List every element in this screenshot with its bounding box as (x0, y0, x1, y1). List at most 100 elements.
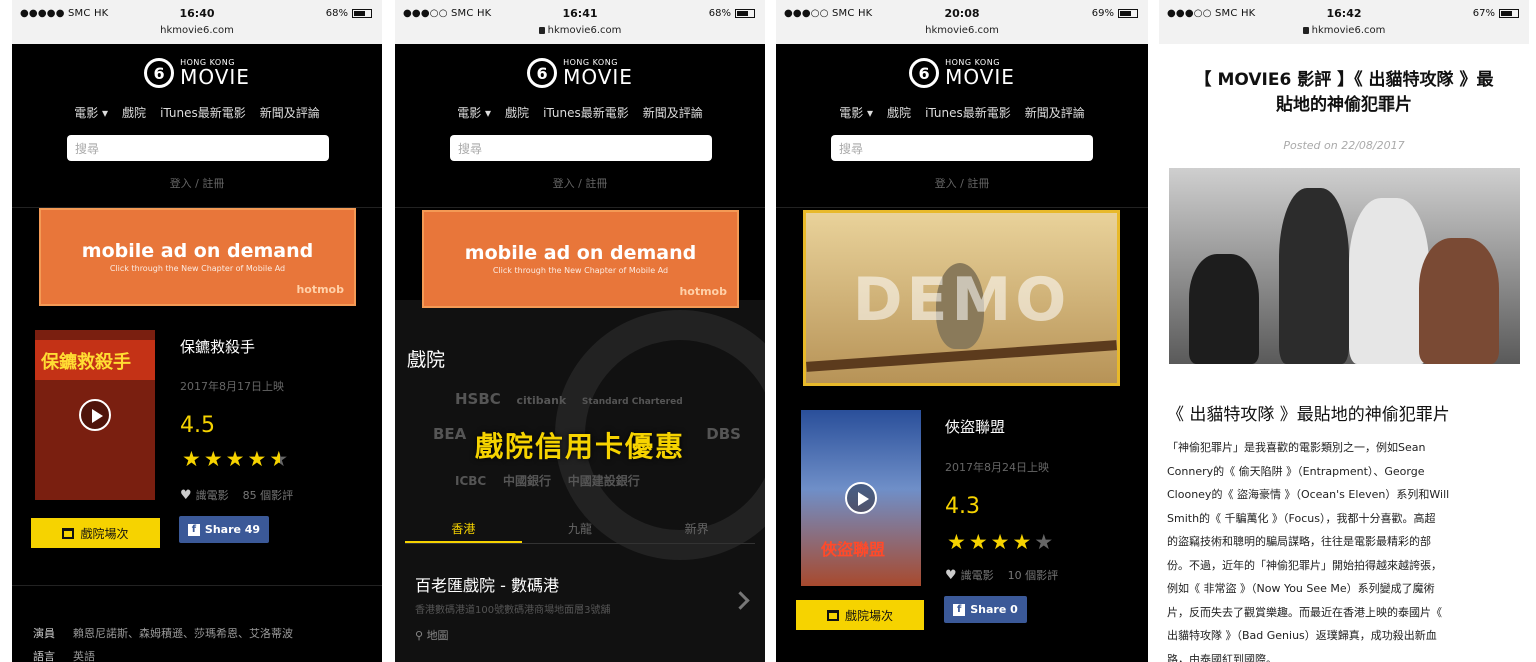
demo-watermark: DEMO (852, 265, 1071, 335)
calendar-icon (62, 527, 75, 539)
url-bar[interactable]: hkmovie6.com (1159, 25, 1529, 36)
phone-screen-movie-card: ●●●○○ SMC HK 20:08 hkmovie6.com 69% 6 HO… (776, 0, 1148, 662)
nav-item-cinemas[interactable]: 戲院 (122, 104, 146, 121)
main-nav: 電影 ▾ 戲院 iTunes最新電影 新聞及評論 (12, 104, 382, 121)
login-link[interactable]: 登入 / 註冊 (395, 175, 765, 191)
facebook-icon: f (953, 603, 966, 616)
body-line: 「神偷犯罪片」是我喜歡的電影類別之一，例如Sean (1167, 441, 1426, 454)
cinema-name[interactable]: 百老匯戲院 - 數碼港 (415, 572, 559, 596)
likes-row[interactable]: ♥ 識電影 85 個影評 (180, 487, 293, 503)
logo-big-text: MOVIE (180, 65, 250, 89)
tab-kowloon[interactable]: 九龍 (522, 520, 639, 543)
article-body: 「神偷犯罪片」是我喜歡的電影類別之一，例如Sean Connery的《 偷天陷阱… (1167, 436, 1521, 662)
nav-item-itunes[interactable]: iTunes最新電影 (543, 104, 629, 121)
review-count: 10 個影評 (1007, 569, 1059, 582)
tab-new-territories[interactable]: 新界 (638, 520, 755, 543)
nav-item-news[interactable]: 新聞及評論 (1025, 104, 1085, 121)
battery-percent: 67% (1472, 8, 1495, 19)
language-label: 語言 (33, 650, 55, 662)
bank-logos-row: HSBC citibank Standard Chartered (455, 390, 683, 408)
showtimes-button[interactable]: 戲院場次 (796, 600, 924, 630)
site-logo[interactable]: 6 HONG KONG MOVIE (12, 58, 382, 88)
battery-indicator: 67% (1473, 8, 1519, 19)
movie-poster[interactable]: 俠盜聯盟 (801, 410, 921, 586)
body-line: 路，由泰國紅到國際。 (1167, 652, 1277, 662)
phone-screen-movie-detail: ●●●●● SMC HK 16:40 hkmovie6.com 68% 6 HO… (12, 0, 382, 662)
showtimes-button[interactable]: 戲院場次 (31, 518, 160, 548)
card-promo-title[interactable]: 戲院信用卡優惠 (395, 425, 765, 465)
play-icon[interactable] (845, 482, 877, 514)
cinema-address: 香港數碼港道100號數碼港商場地面層3號舖 (415, 605, 611, 616)
nav-item-cinemas[interactable]: 戲院 (887, 104, 911, 121)
rating-score: 4.5 (180, 413, 215, 438)
url-bar[interactable]: hkmovie6.com (395, 25, 765, 36)
facebook-share-button[interactable]: f Share 49 (179, 516, 269, 543)
site-logo[interactable]: 6 HONG KONG MOVIE (776, 58, 1148, 88)
search-input[interactable]: 搜尋 (67, 135, 329, 161)
battery-indicator: 69% (1092, 8, 1138, 19)
tab-hong-kong[interactable]: 香港 (405, 520, 522, 543)
release-date: 2017年8月24日上映 (945, 461, 1049, 474)
nav-item-news[interactable]: 新聞及評論 (260, 104, 320, 121)
site-logo[interactable]: 6 HONG KONG MOVIE (395, 58, 765, 88)
status-bar: ●●●○○ SMC HK 20:08 hkmovie6.com 69% (776, 0, 1148, 44)
language-value: 英語 (73, 650, 95, 662)
map-link[interactable]: ⚲ 地圖 (415, 627, 449, 643)
battery-percent: 68% (325, 8, 348, 19)
login-link[interactable]: 登入 / 註冊 (12, 175, 382, 191)
play-icon[interactable] (79, 399, 111, 431)
article-title-line: 【 MOVIE6 影評 】《 出貓特攻隊 》最 (1194, 70, 1494, 90)
logo-big-text: MOVIE (945, 65, 1015, 89)
phone-screen-cinemas: ●●●○○ SMC HK 16:41 hkmovie6.com 68% 6 HO… (395, 0, 765, 662)
cinemas-heading: 戲院 (407, 349, 446, 371)
site-header: 6 HONG KONG MOVIE 電影 ▾ 戲院 iTunes最新電影 新聞及評… (395, 44, 765, 208)
rating-stars: ★★★★★ (947, 530, 1056, 554)
half-star-icon: ★ (269, 447, 292, 471)
showtimes-label: 戲院場次 (80, 526, 129, 541)
article-title: 【 MOVIE6 影評 】《 出貓特攻隊 》最 貼地的神偷犯罪片 (1159, 68, 1529, 118)
movie-poster[interactable]: 保鑣救殺手 (35, 330, 155, 500)
facebook-share-button[interactable]: f Share 0 (944, 596, 1027, 623)
bank-logo: Standard Chartered (581, 397, 683, 407)
url-bar[interactable]: hkmovie6.com (776, 25, 1148, 36)
cast-value: 賴恩尼諾斯、森姆積遜、莎瑪希恩、艾洛蒂波 (73, 627, 293, 640)
demo-ad-banner[interactable]: DEMO (803, 210, 1120, 386)
ad-subtitle: Click through the New Chapter of Mobile … (109, 264, 286, 273)
main-nav: 電影 ▾ 戲院 iTunes最新電影 新聞及評論 (395, 104, 765, 121)
phone-screen-article: ●●●○○ SMC HK 16:42 hkmovie6.com 67% 【 MO… (1159, 0, 1529, 662)
status-bar: ●●●○○ SMC HK 16:42 hkmovie6.com 67% (1159, 0, 1529, 44)
heart-icon: ♥ (180, 488, 192, 503)
movie-title[interactable]: 保鑣救殺手 (180, 336, 255, 357)
nav-item-movies[interactable]: 電影 ▾ (839, 104, 873, 121)
search-input[interactable]: 搜尋 (831, 135, 1093, 161)
poster-title: 俠盜聯盟 (821, 540, 886, 559)
photo-figure (1419, 238, 1499, 364)
review-count: 85 個影評 (242, 489, 294, 502)
bank-logo: ICBC (455, 474, 487, 488)
article-photo (1169, 168, 1520, 364)
search-input[interactable]: 搜尋 (450, 135, 712, 161)
movie-title[interactable]: 俠盜聯盟 (945, 416, 1005, 437)
battery-icon (735, 9, 755, 18)
ad-banner[interactable]: mobile ad on demand Click through the Ne… (422, 210, 739, 308)
star-icon: ★ (225, 447, 248, 471)
bank-logo: citibank (516, 394, 567, 407)
star-icon: ★ (990, 530, 1013, 554)
nav-item-movies[interactable]: 電影 ▾ (457, 104, 491, 121)
likes-row[interactable]: ♥ 識電影 10 個影評 (945, 567, 1058, 583)
star-icon: ★ (947, 530, 969, 554)
battery-icon (1499, 9, 1519, 18)
login-link[interactable]: 登入 / 註冊 (776, 175, 1148, 191)
ad-banner[interactable]: mobile ad on demand Click through the Ne… (39, 208, 356, 306)
share-label: Share 49 (204, 523, 261, 536)
nav-item-movies[interactable]: 電影 ▾ (74, 104, 108, 121)
movie-info: 演員 賴恩尼諾斯、森姆積遜、莎瑪希恩、艾洛蒂波 語言 英語 (12, 585, 382, 662)
nav-item-itunes[interactable]: iTunes最新電影 (925, 104, 1011, 121)
body-line: 出貓特攻隊 》（Bad Genius）返璞歸真，成功殺出新血 (1167, 629, 1437, 642)
nav-item-cinemas[interactable]: 戲院 (505, 104, 529, 121)
facebook-icon: f (187, 523, 200, 536)
nav-item-itunes[interactable]: iTunes最新電影 (160, 104, 246, 121)
url-bar[interactable]: hkmovie6.com (12, 25, 382, 36)
nav-item-news[interactable]: 新聞及評論 (643, 104, 703, 121)
showtimes-label: 戲院場次 (844, 608, 893, 623)
